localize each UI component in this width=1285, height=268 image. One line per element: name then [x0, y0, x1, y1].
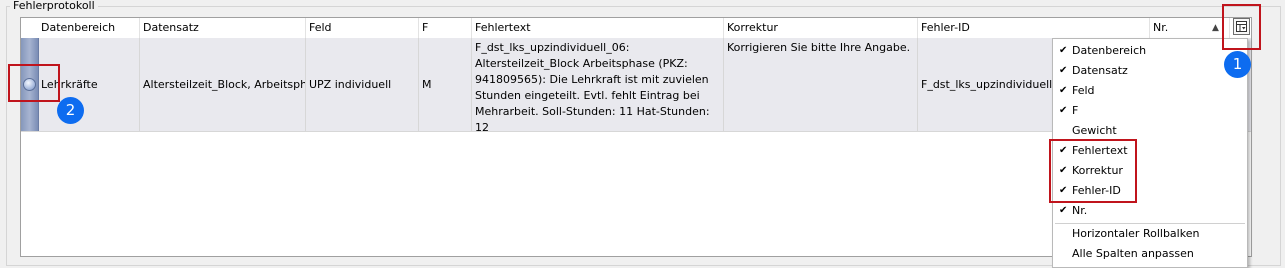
grid-header: Datenbereich Datensatz Feld F Fehlertext… [21, 18, 1251, 39]
checkmark-icon: ✔ [1059, 205, 1068, 216]
menu-item-nr[interactable]: ✔ Nr. [1053, 201, 1247, 221]
cell-korrektur[interactable]: Korrigieren Sie bitte Ihre Angabe. [724, 38, 918, 131]
column-header-f[interactable]: F [419, 18, 472, 38]
step-badge-1: 1 [1224, 51, 1251, 78]
menu-item-gewicht[interactable]: Gewicht [1053, 121, 1247, 141]
checkmark-icon: ✔ [1059, 85, 1068, 96]
menu-item-datenbereich[interactable]: ✔ Datenbereich [1053, 41, 1247, 61]
checkmark-icon: ✔ [1059, 65, 1068, 76]
step-badge-2: 2 [57, 97, 84, 124]
cell-fehlertext[interactable]: F_dst_lks_upzindividuell_06: Altersteilz… [472, 38, 724, 131]
column-header-fehler-id[interactable]: Fehler-ID [918, 18, 1150, 38]
menu-item-f[interactable]: ✔ F [1053, 101, 1247, 121]
column-header-datensatz[interactable]: Datensatz [140, 18, 306, 38]
menu-item-horizontaler-rollbalken[interactable]: Horizontaler Rollbalken [1053, 224, 1247, 244]
sort-ascending-icon: ▲ [1212, 23, 1219, 33]
cell-feld[interactable]: UPZ individuell [306, 38, 419, 131]
menu-item-datensatz[interactable]: ✔ Datensatz [1053, 61, 1247, 81]
cell-datensatz[interactable]: Altersteilzeit_Block, Arbeitsph... [140, 38, 306, 131]
annotation-box-row-indicator [8, 64, 60, 102]
checkmark-icon: ✔ [1059, 105, 1068, 116]
annotation-box-menu-items [1049, 139, 1137, 203]
column-header-fehlertext[interactable]: Fehlertext [472, 18, 724, 38]
menu-item-alle-spalten-anpassen[interactable]: Alle Spalten anpassen [1053, 244, 1247, 264]
group-title: Fehlerprotokoll [10, 0, 98, 12]
column-header-korrektur[interactable]: Korrektur [724, 18, 918, 38]
column-header-datenbereich[interactable]: Datenbereich [38, 18, 140, 38]
column-header-feld[interactable]: Feld [306, 18, 419, 38]
checkmark-icon: ✔ [1059, 45, 1068, 56]
cell-f[interactable]: M [419, 38, 472, 131]
menu-item-feld[interactable]: ✔ Feld [1053, 81, 1247, 101]
annotation-box-column-chooser [1222, 4, 1261, 50]
